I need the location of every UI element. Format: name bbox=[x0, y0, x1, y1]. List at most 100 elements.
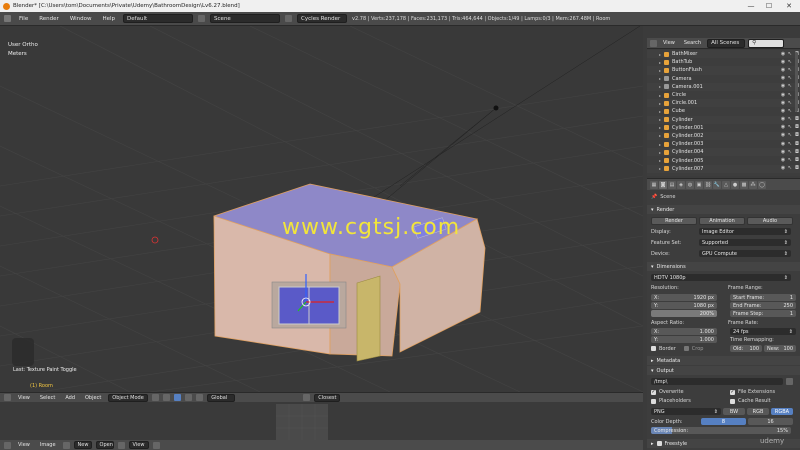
visibility-eye-icon[interactable]: ◉ bbox=[780, 158, 786, 163]
outliner-item[interactable]: ▸ Cylinder.003 ◉ ↖ ◘ bbox=[647, 140, 800, 148]
expand-icon[interactable]: ▸ bbox=[659, 150, 663, 155]
image-browse-icon[interactable] bbox=[62, 441, 70, 449]
pin-icon-props[interactable]: 📌 bbox=[651, 194, 657, 200]
view-mode-selector[interactable]: View bbox=[128, 441, 149, 449]
render-preset-select[interactable]: HDTV 1080p ⇕ bbox=[651, 274, 791, 281]
outliner-item[interactable]: ▸Cube◉↖◘ bbox=[647, 107, 800, 115]
menu-render[interactable]: Render bbox=[36, 15, 62, 23]
manipulator-icon[interactable] bbox=[174, 394, 182, 401]
remap-new-field[interactable]: New: 100 bbox=[764, 345, 796, 352]
expand-icon[interactable]: ▸ bbox=[659, 166, 663, 171]
resolution-x-field[interactable]: X: 1920 px bbox=[651, 294, 717, 301]
expand-icon[interactable]: ▸ bbox=[659, 60, 663, 65]
placeholders-checkbox[interactable] bbox=[651, 398, 656, 404]
select-arrow-icon[interactable]: ↖ bbox=[787, 117, 793, 122]
render-camera-icon[interactable]: ◘ bbox=[794, 133, 800, 138]
depth-16-button[interactable]: 16 bbox=[748, 418, 793, 425]
menu-image[interactable]: Image bbox=[37, 441, 59, 449]
render-camera-icon[interactable]: ◘ bbox=[794, 166, 800, 171]
editor-type-icon-3d[interactable] bbox=[4, 394, 11, 401]
compression-slider[interactable]: Compression: 15% bbox=[651, 427, 791, 434]
expand-icon[interactable]: ▸ bbox=[659, 117, 663, 122]
texture-tab-icon[interactable]: ▩ bbox=[740, 180, 748, 189]
render-image-button[interactable]: Render bbox=[651, 217, 697, 225]
cache-result-option[interactable]: Cache Result bbox=[730, 398, 796, 404]
file-format-select[interactable]: PNG ⇕ bbox=[651, 408, 721, 415]
output-panel-header[interactable]: ▾ Output bbox=[647, 366, 800, 375]
select-arrow-icon[interactable]: ↖ bbox=[787, 92, 793, 98]
file-extensions-option[interactable]: File Extensions bbox=[730, 389, 796, 395]
outliner-item[interactable]: ▸ButtonFlush◉↖◘ bbox=[647, 66, 800, 75]
menu-add[interactable]: Add bbox=[62, 394, 78, 402]
outliner-filter-selector[interactable]: All Scenes bbox=[707, 38, 746, 48]
freestyle-checkbox[interactable] bbox=[656, 441, 662, 446]
render-camera-icon[interactable]: ◘ bbox=[794, 125, 800, 130]
expand-icon[interactable]: ▸ bbox=[659, 68, 663, 73]
expand-icon[interactable]: ▸ bbox=[659, 158, 663, 163]
visibility-eye-icon[interactable]: ◉ bbox=[780, 125, 786, 130]
object-tab-icon[interactable]: ▣ bbox=[695, 180, 703, 189]
outliner-item[interactable]: ▸ Cylinder.007 ◉ ↖ ◘ bbox=[647, 164, 800, 173]
outliner-item[interactable]: ▸ Cylinder.005 ◉ ↖ ◘ bbox=[647, 156, 800, 164]
select-arrow-icon[interactable]: ↖ bbox=[787, 141, 793, 147]
open-image-button[interactable]: Open bbox=[95, 441, 114, 449]
crop-checkbox[interactable] bbox=[683, 346, 689, 351]
border-checkbox[interactable] bbox=[651, 346, 656, 351]
start-frame-field[interactable]: Start Frame: 1 bbox=[730, 294, 796, 301]
menu-help[interactable]: Help bbox=[100, 15, 119, 23]
color-bw-button[interactable]: BW bbox=[723, 408, 745, 415]
outliner-search-menu[interactable]: Search bbox=[681, 39, 704, 47]
device-select[interactable]: GPU Compute ⇕ bbox=[699, 250, 791, 257]
placeholders-option[interactable]: Placeholders bbox=[651, 398, 717, 404]
rotate-icon[interactable] bbox=[196, 394, 204, 401]
scene-add-icon[interactable] bbox=[285, 15, 293, 22]
expand-icon[interactable]: ▸ bbox=[659, 101, 663, 106]
outliner-item[interactable]: ▸Camera◉↖◘ bbox=[647, 75, 800, 83]
expand-icon[interactable]: ▸ bbox=[659, 93, 663, 98]
minimize-button[interactable]: — bbox=[744, 0, 758, 12]
remap-old-field[interactable]: Old: 100 bbox=[730, 345, 762, 352]
outliner-item[interactable]: ▸Circle.001◉↖◘ bbox=[647, 99, 800, 108]
render-camera-icon[interactable]: ◘ bbox=[794, 158, 800, 163]
physics-tab-icon[interactable]: ◯ bbox=[758, 180, 766, 189]
visibility-eye-icon[interactable]: ◉ bbox=[780, 92, 786, 98]
output-path-input[interactable]: /tmp\ bbox=[651, 378, 783, 385]
aspect-y-field[interactable]: Y: 1.000 bbox=[651, 336, 717, 343]
outliner-item[interactable]: ▸ Cylinder ◉ ↖ ◘ bbox=[647, 115, 800, 124]
select-arrow-icon[interactable]: ↖ bbox=[787, 84, 793, 89]
cache-result-checkbox[interactable] bbox=[730, 398, 735, 404]
select-arrow-icon[interactable]: ↖ bbox=[787, 100, 793, 106]
select-arrow-icon[interactable]: ↖ bbox=[787, 76, 793, 81]
expand-icon[interactable]: ▸ bbox=[659, 52, 663, 57]
visibility-eye-icon[interactable]: ◉ bbox=[780, 141, 786, 147]
snap-icon[interactable] bbox=[303, 394, 311, 401]
constraints-tab-icon[interactable]: ⛓ bbox=[704, 180, 712, 189]
editor-type-icon-image[interactable] bbox=[4, 441, 11, 449]
select-arrow-icon[interactable]: ↖ bbox=[787, 125, 793, 130]
file-extensions-checkbox[interactable] bbox=[730, 389, 735, 395]
visibility-eye-icon[interactable]: ◉ bbox=[780, 51, 786, 57]
render-audio-button[interactable]: Audio bbox=[747, 217, 793, 225]
outliner-item[interactable]: ▸ Cylinder.004 ◉ ↖ ◘ bbox=[647, 148, 800, 157]
menu-view[interactable]: View bbox=[15, 394, 33, 402]
visibility-eye-icon[interactable]: ◉ bbox=[780, 117, 786, 122]
overwrite-checkbox[interactable] bbox=[651, 389, 656, 395]
select-arrow-icon[interactable]: ↖ bbox=[787, 133, 793, 138]
outliner-search-input[interactable]: ⚲ bbox=[748, 38, 785, 48]
scene-tab-icon[interactable]: ◈ bbox=[677, 180, 685, 189]
visibility-eye-icon[interactable]: ◉ bbox=[780, 59, 786, 65]
new-image-button[interactable]: New bbox=[73, 441, 92, 449]
material-tab-icon[interactable]: ● bbox=[731, 180, 739, 189]
outliner-view-menu[interactable]: View bbox=[660, 39, 678, 47]
outliner-item[interactable]: ▸BathMixer◉↖◘ bbox=[647, 50, 800, 59]
translate-icon[interactable] bbox=[185, 394, 193, 401]
select-arrow-icon[interactable]: ↖ bbox=[787, 158, 793, 163]
expand-icon[interactable]: ▸ bbox=[659, 76, 663, 81]
pivot-icon[interactable] bbox=[163, 394, 171, 401]
layout-selector[interactable]: Default bbox=[123, 14, 194, 23]
resolution-y-field[interactable]: Y: 1080 px bbox=[651, 302, 717, 309]
pin-icon[interactable] bbox=[117, 441, 125, 449]
data-tab-icon[interactable]: △ bbox=[722, 180, 730, 189]
render-engine-selector[interactable]: Cycles Render bbox=[297, 14, 348, 23]
render-tab-icon[interactable]: ◙ bbox=[659, 180, 667, 189]
